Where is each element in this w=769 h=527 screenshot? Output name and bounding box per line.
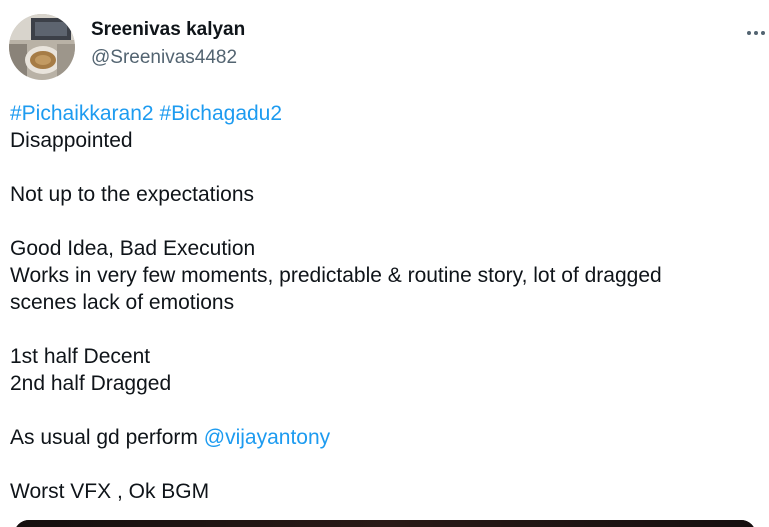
- mention-vijayantony[interactable]: @vijayantony: [204, 426, 330, 449]
- tweet-media[interactable]: [14, 520, 756, 527]
- hashtag-line: #Pichaikkaran2 #Bichagadu2: [10, 100, 762, 127]
- text-line-second-half: 2nd half Dragged: [10, 372, 172, 395]
- author-name[interactable]: Sreenivas kalyan: [91, 19, 245, 41]
- hashtag-bichagadu2[interactable]: #Bichagadu2: [159, 102, 282, 125]
- text-line-disappointed: Disappointed: [10, 129, 133, 152]
- text-line-first-half: 1st half Decent: [10, 345, 151, 368]
- text-line-usual: As usual gd perform @vijayantony: [10, 424, 762, 451]
- text-line-works: Works in very few moments, predictable &…: [10, 264, 662, 287]
- text-line-expectations: Not up to the expectations: [10, 183, 254, 206]
- more-dots-icon[interactable]: [744, 20, 769, 46]
- tweet-text: #Pichaikkaran2 #Bichagadu2 Disappointed …: [10, 100, 762, 505]
- text-usual-prefix: As usual gd perform: [10, 426, 204, 449]
- author-avatar[interactable]: [9, 14, 75, 80]
- text-line-vfx: Worst VFX , Ok BGM: [10, 480, 210, 503]
- tweet: Sreenivas kalyan @Sreenivas4482 #Pichaik…: [0, 0, 769, 527]
- text-line-scenes: scenes lack of emotions: [10, 291, 235, 314]
- hashtag-pichaikkaran2[interactable]: #Pichaikkaran2: [10, 102, 154, 125]
- text-line-good-idea: Good Idea, Bad Execution: [10, 237, 256, 260]
- author-handle[interactable]: @Sreenivas4482: [91, 47, 237, 69]
